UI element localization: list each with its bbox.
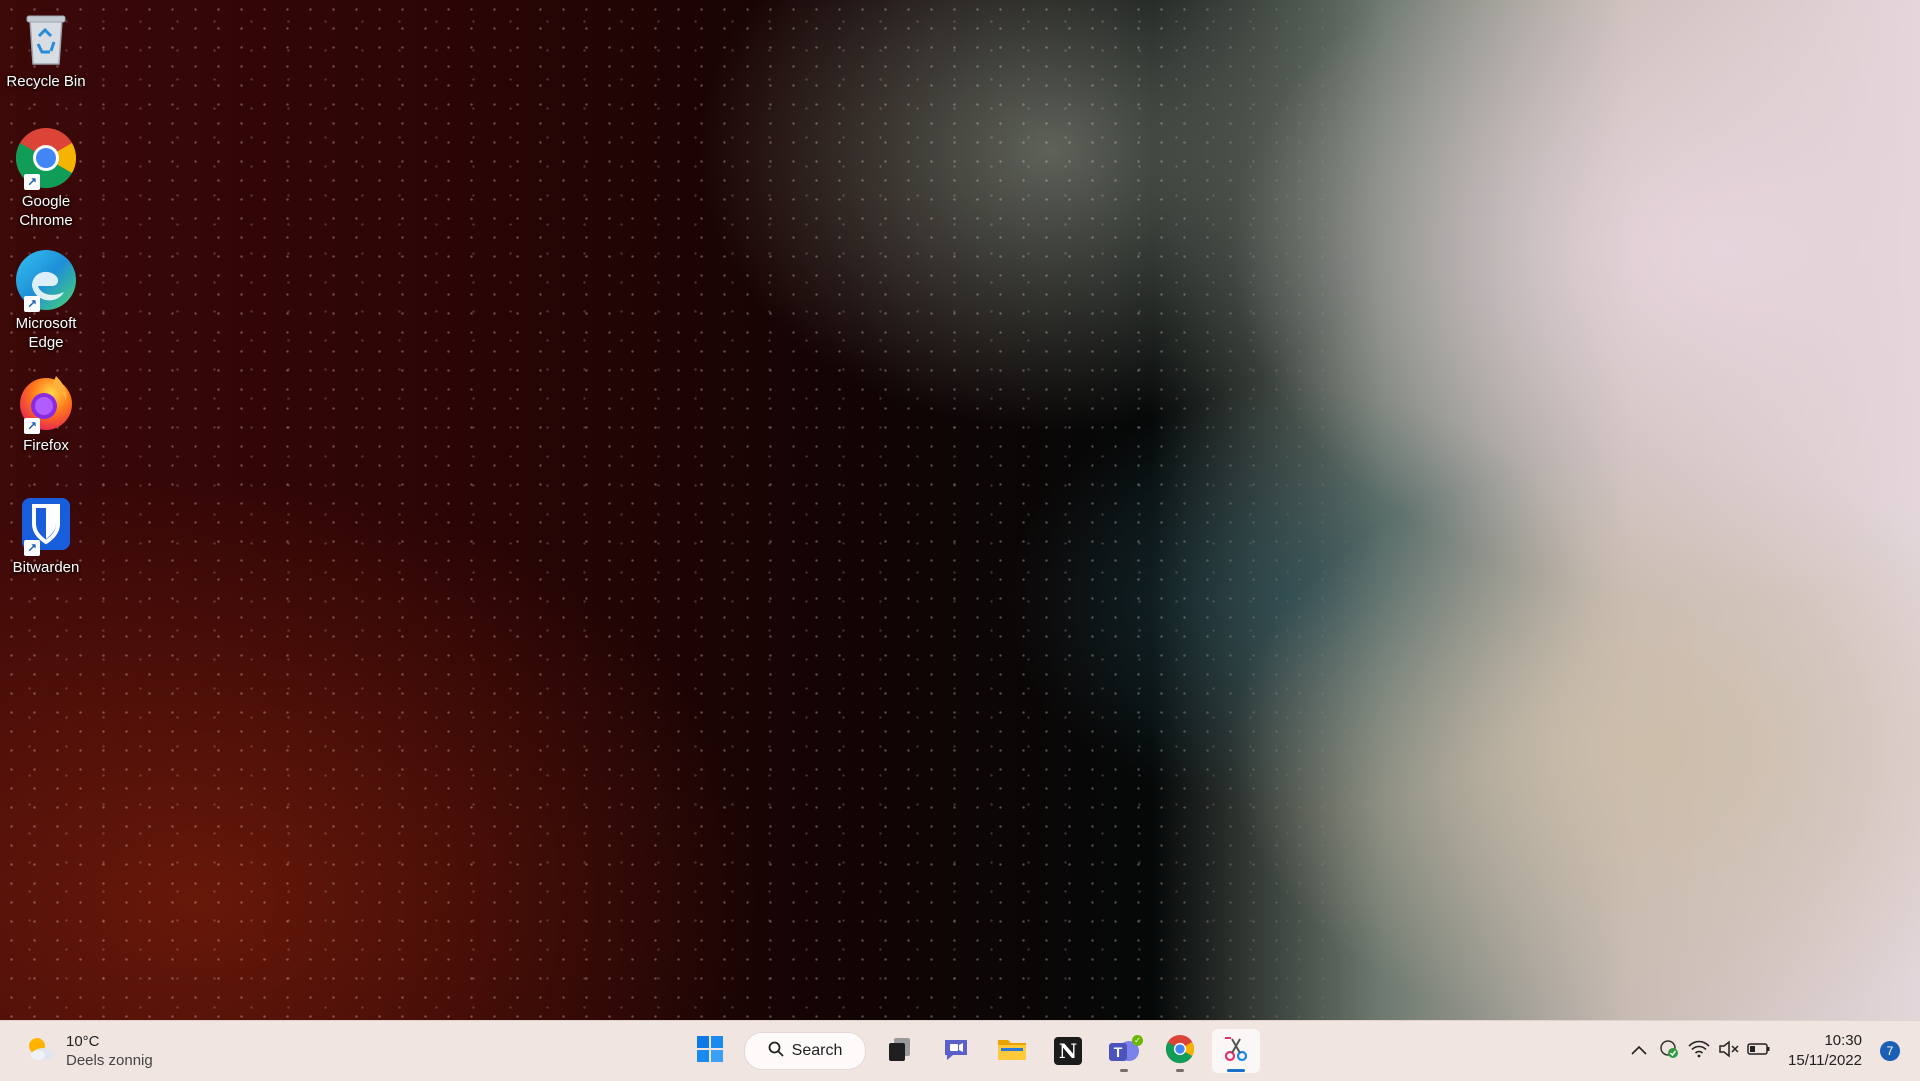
show-hidden-icons-button[interactable]: [1625, 1037, 1653, 1065]
running-indicator: [1176, 1069, 1184, 1072]
chevron-up-icon: [1631, 1042, 1647, 1060]
chrome-button[interactable]: [1156, 1029, 1204, 1073]
taskbar-search[interactable]: Search: [744, 1032, 866, 1070]
update-check-icon: [1658, 1038, 1680, 1065]
battery-icon: [1747, 1042, 1771, 1061]
taskbar: 10°C Deels zonnig Search N T ✓ 10:30 15/…: [0, 1020, 1920, 1081]
edge-icon: ↗: [14, 248, 78, 312]
status-check-icon: ✓: [1132, 1035, 1143, 1046]
shortcut-arrow-icon: ↗: [24, 296, 40, 312]
teams-button[interactable]: T ✓: [1100, 1029, 1148, 1073]
notification-badge[interactable]: 7: [1880, 1041, 1900, 1061]
start-button[interactable]: [686, 1029, 734, 1073]
bitwarden-icon: ↗: [14, 492, 78, 556]
network-button[interactable]: [1685, 1037, 1713, 1065]
running-indicator: [1120, 1069, 1128, 1072]
chat-icon: [941, 1034, 971, 1069]
desktop-icon-label: Recycle Bin: [6, 73, 86, 90]
volume-muted-icon: [1718, 1039, 1740, 1063]
recycle-bin-icon: [14, 6, 78, 70]
file-explorer-button[interactable]: [988, 1029, 1036, 1073]
notion-button[interactable]: N: [1044, 1029, 1092, 1073]
weather-condition: Deels zonnig: [66, 1052, 153, 1069]
windows-start-icon: [696, 1035, 724, 1068]
desktop-icon-label: Bitwarden: [12, 559, 80, 576]
desktop-icon-recycle-bin[interactable]: Recycle Bin: [4, 6, 88, 91]
update-status-button[interactable]: [1655, 1037, 1683, 1065]
active-indicator: [1227, 1069, 1245, 1072]
desktop-icon-label: Google Chrome: [19, 193, 73, 229]
clock[interactable]: 10:30 15/11/2022: [1788, 1031, 1862, 1071]
weather-temperature: 10°C: [66, 1033, 100, 1050]
partly-sunny-icon: [24, 1033, 56, 1070]
shortcut-arrow-icon: ↗: [24, 540, 40, 556]
battery-button[interactable]: [1745, 1037, 1773, 1065]
search-icon: [768, 1041, 784, 1062]
desktop-icon-label: Firefox: [23, 437, 69, 454]
volume-button[interactable]: [1715, 1037, 1743, 1065]
wifi-icon: [1688, 1040, 1710, 1063]
chrome-icon: [1165, 1034, 1195, 1069]
chrome-icon: ↗: [14, 126, 78, 190]
clock-date: 15/11/2022: [1788, 1052, 1862, 1069]
wallpaper-texture: [0, 0, 1920, 1020]
desktop-icon-label: Microsoft Edge: [15, 315, 77, 351]
desktop-icon-firefox[interactable]: ↗ Firefox: [4, 370, 88, 455]
chat-button[interactable]: [932, 1029, 980, 1073]
taskbar-center-group: Search N T ✓: [682, 1027, 1264, 1075]
notion-icon: N: [1054, 1037, 1082, 1065]
system-tray: 10:30 15/11/2022 7: [1624, 1021, 1920, 1081]
desktop-icon-google-chrome[interactable]: ↗ Google Chrome: [4, 126, 88, 230]
shortcut-arrow-icon: ↗: [24, 418, 40, 434]
search-label: Search: [791, 1042, 843, 1059]
folder-icon: [997, 1035, 1027, 1068]
shortcut-arrow-icon: ↗: [24, 174, 40, 190]
task-view-button[interactable]: [876, 1029, 924, 1073]
snipping-tool-icon: [1221, 1034, 1251, 1069]
clock-time: 10:30: [1824, 1032, 1862, 1049]
snipping-tool-button[interactable]: [1212, 1029, 1260, 1073]
weather-widget[interactable]: 10°C Deels zonnig: [24, 1030, 153, 1072]
teams-icon: T ✓: [1109, 1035, 1143, 1065]
desktop-icon-microsoft-edge[interactable]: ↗ Microsoft Edge: [4, 248, 88, 352]
desktop-icon-bitwarden[interactable]: ↗ Bitwarden: [4, 492, 88, 577]
task-view-icon: [886, 1035, 914, 1068]
firefox-icon: ↗: [14, 370, 78, 434]
